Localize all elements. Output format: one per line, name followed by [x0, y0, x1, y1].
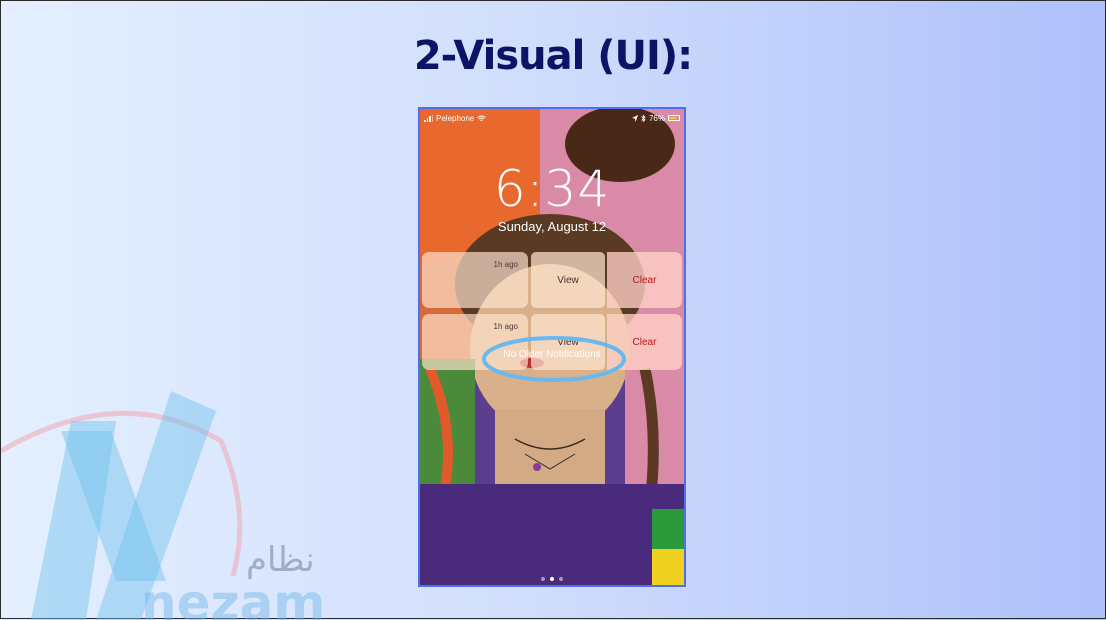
- phone-screenshot: Pelephone 76% 6:34 Sunday, August 12 1h …: [418, 107, 686, 587]
- signal-icon: [424, 114, 433, 122]
- clear-button[interactable]: Clear: [607, 252, 682, 308]
- battery-fill: [670, 117, 677, 119]
- page-dot: [541, 577, 545, 581]
- notification-card[interactable]: 1h ago: [422, 252, 528, 308]
- page-dot: [550, 577, 554, 581]
- view-button[interactable]: View: [531, 314, 605, 370]
- page-indicator: [420, 577, 684, 581]
- view-button[interactable]: View: [531, 252, 605, 308]
- lock-screen-date: Sunday, August 12: [497, 219, 607, 234]
- location-arrow-icon: [631, 114, 638, 122]
- notification-time-ago: 1h ago: [493, 260, 518, 269]
- battery-icon: [668, 115, 680, 121]
- clear-button[interactable]: Clear: [607, 314, 682, 370]
- nezam-logo-watermark: نظام nezam: [1, 391, 325, 620]
- carrier-label: Pelephone: [436, 113, 475, 123]
- wifi-icon: [477, 115, 487, 121]
- notification-card[interactable]: 1h ago: [422, 314, 528, 370]
- lock-screen-time: 6:34: [493, 160, 611, 218]
- battery-percentage: 76%: [648, 113, 665, 123]
- watermark-latin-text: nezam: [141, 574, 325, 620]
- notification-time-ago: 1h ago: [493, 322, 518, 331]
- bluetooth-icon: [641, 114, 646, 122]
- page-dot: [559, 577, 563, 581]
- slide-title: 2-Visual (UI):: [413, 33, 693, 79]
- no-older-notifications-label: No Older Notifications: [503, 349, 601, 360]
- status-bar: Pelephone 76%: [424, 112, 680, 124]
